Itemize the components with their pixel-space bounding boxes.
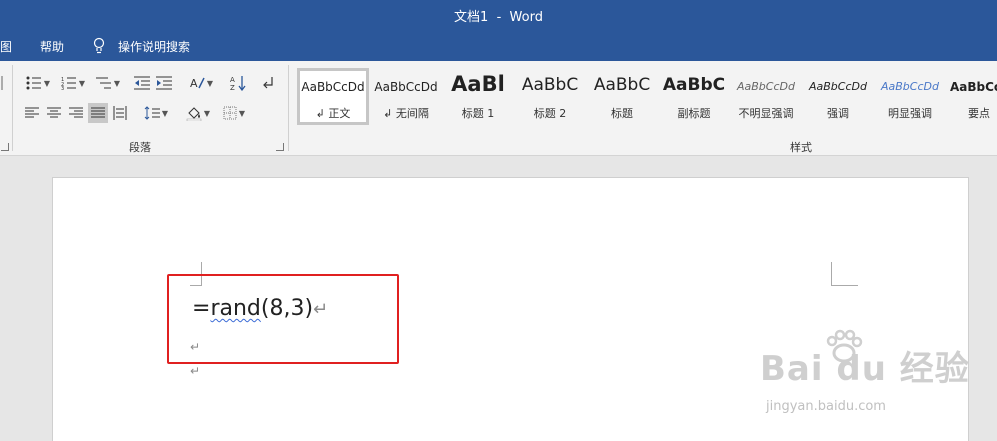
style-heading-1[interactable]: AaBl 标题 1	[442, 68, 514, 125]
watermark-brand: Bai du 经验	[760, 349, 970, 389]
chevron-down-icon: ▼	[206, 78, 214, 88]
chevron-down-icon: ▼	[78, 78, 86, 88]
paragraph-group-label: 段落	[129, 141, 151, 154]
watermark: Bai du 经验 jingyan.baidu.com	[760, 327, 980, 427]
font-dialog-launcher-icon[interactable]	[1, 143, 9, 151]
style-preview: AaBbC	[593, 75, 651, 95]
style-intense-emphasis[interactable]: AaBbCcDd 明显强调	[874, 68, 946, 125]
decrease-indent-button[interactable]	[132, 73, 152, 93]
lightbulb-icon[interactable]	[92, 37, 106, 55]
window-title: 文档1 - Word	[454, 10, 543, 25]
style-name: 不明显强调	[738, 107, 794, 120]
style-heading-2[interactable]: AaBbC 标题 2	[514, 68, 586, 125]
text-direction-icon: A	[190, 77, 205, 90]
menu-bar: 图 帮助 操作说明搜索	[0, 30, 997, 61]
styles-group-label: 样式	[790, 141, 812, 154]
numbering-button[interactable]: 1 2 3 ▼	[57, 73, 89, 93]
ribbon: ▼ 1 2 3 ▼ ▼ A ▼ A Z ▼ ▼ ▼ 段落 AaBbCcDd ↲ …	[0, 61, 997, 156]
group-divider	[288, 65, 289, 151]
text-direction-button[interactable]: A ▼	[186, 73, 216, 93]
paragraph-mark: ↵	[190, 364, 201, 378]
style-name: 明显强调	[888, 107, 932, 120]
show-marks-button[interactable]	[260, 73, 276, 93]
style-name: 标题	[611, 107, 633, 120]
align-center-button[interactable]	[44, 103, 64, 123]
chevron-down-icon: ▼	[43, 78, 51, 88]
align-right-button[interactable]	[66, 103, 86, 123]
numbering-icon: 1 2 3	[61, 77, 76, 90]
svg-text:A: A	[230, 76, 235, 84]
style-name: 要点	[968, 107, 990, 120]
style-strong[interactable]: AaBbCc 要点	[946, 68, 997, 125]
style-title[interactable]: AaBbC 标题	[586, 68, 658, 125]
group-divider	[12, 65, 13, 151]
chevron-down-icon: ▼	[238, 108, 246, 118]
distributed-icon	[113, 106, 127, 120]
style-preview: AaBbC	[662, 75, 726, 95]
increase-indent-icon	[156, 76, 172, 90]
decrease-indent-icon	[134, 76, 150, 90]
chevron-down-icon: ▼	[161, 108, 169, 118]
multilevel-list-icon	[95, 77, 111, 89]
shading-button[interactable]: ▼	[182, 103, 214, 123]
svg-text:A: A	[190, 77, 198, 90]
style-preview: AaBl	[451, 72, 505, 96]
line-spacing-button[interactable]: ▼	[140, 103, 172, 123]
tell-me-search[interactable]: 操作说明搜索	[118, 38, 190, 55]
style-name: ↲ 无间隔	[383, 107, 429, 120]
borders-icon	[223, 106, 237, 120]
style-subtle-emphasis[interactable]: AaBbCcDd 不明显强调	[730, 68, 802, 125]
align-left-icon	[25, 107, 39, 118]
paragraph-dialog-launcher-icon[interactable]	[276, 143, 284, 151]
style-name: 标题 1	[461, 107, 495, 120]
bullets-icon	[26, 76, 41, 90]
chevron-down-icon: ▼	[113, 78, 121, 88]
line-spacing-icon	[144, 106, 160, 120]
sort-button[interactable]: A Z	[228, 73, 248, 93]
style-subtitle[interactable]: AaBbC 副标题	[658, 68, 730, 125]
style-preview: AaBbCcDd	[374, 80, 438, 94]
sort-az-icon: A Z	[230, 76, 246, 91]
svg-text:Z: Z	[230, 84, 235, 91]
svg-text:3: 3	[61, 86, 64, 90]
chevron-down-icon: ▼	[203, 108, 211, 118]
watermark-url: jingyan.baidu.com	[766, 399, 886, 414]
style-normal[interactable]: AaBbCcDd ↲ 正文	[297, 68, 369, 125]
style-preview: AaBbCcDd	[301, 80, 365, 94]
enter-mark-icon	[263, 77, 273, 89]
style-no-spacing[interactable]: AaBbCcDd ↲ 无间隔	[370, 68, 442, 125]
bullets-button[interactable]: ▼	[22, 73, 54, 93]
style-name: 副标题	[677, 107, 711, 120]
title-bar: 文档1 - Word	[0, 0, 997, 30]
style-preview: AaBbCcDd	[809, 80, 867, 93]
style-preview: AaBbCc	[950, 80, 997, 94]
style-name: 标题 2	[533, 107, 567, 120]
increase-indent-button[interactable]	[154, 73, 174, 93]
justify-icon	[91, 107, 105, 118]
partial-button[interactable]	[0, 73, 6, 93]
menu-help[interactable]: 帮助	[40, 38, 64, 55]
multilevel-list-button[interactable]: ▼	[92, 73, 124, 93]
style-emphasis[interactable]: AaBbCcDd 强调	[802, 68, 874, 125]
distributed-button[interactable]	[110, 103, 130, 123]
borders-button[interactable]: ▼	[218, 103, 250, 123]
style-preview: AaBbCcDd	[737, 80, 795, 93]
style-preview: AaBbC	[521, 75, 579, 95]
justify-button[interactable]	[88, 103, 108, 123]
highlight-box	[167, 274, 399, 364]
align-right-icon	[69, 107, 83, 118]
align-left-button[interactable]	[22, 103, 42, 123]
style-name: ↲ 正文	[315, 107, 351, 120]
align-center-icon	[47, 107, 61, 118]
menu-view[interactable]: 图	[0, 38, 12, 55]
margin-corner-top-right	[831, 262, 858, 286]
style-preview: AaBbCcDd	[881, 80, 939, 93]
paint-bucket-icon	[186, 107, 202, 121]
style-name: 强调	[827, 107, 849, 120]
